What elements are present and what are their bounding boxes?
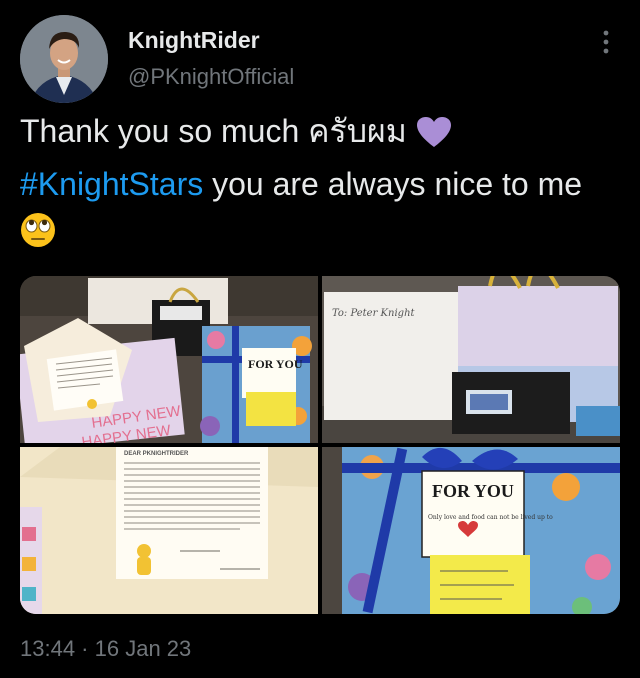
tweet-timestamp: 13:44 · 16 Jan 23 <box>20 636 191 662</box>
rolling-eyes-face-icon <box>20 212 56 261</box>
avatar-portrait <box>20 15 108 103</box>
letter-heading: DEAR PKNIGHTRIDER <box>124 451 189 457</box>
photo-letter-and-gifts[interactable]: HAPPY NEW HAPPY NEW FOR YOU <box>20 276 318 443</box>
author-name[interactable]: KnightRider <box>128 27 260 54</box>
photo-letter-closeup[interactable]: DEAR PKNIGHTRIDER <box>20 447 318 614</box>
media-grid: HAPPY NEW HAPPY NEW FOR YOU To: Peter Kn… <box>20 276 620 614</box>
author-handle[interactable]: @PKnightOfficial <box>128 64 294 90</box>
for-you-label-large: FOR YOU <box>432 481 514 501</box>
tweet-text: Thank you so much ครับผม #KnightStars yo… <box>20 108 620 261</box>
hashtag-link[interactable]: #KnightStars <box>20 166 203 202</box>
purple-heart-icon <box>416 114 452 161</box>
tweet-text-part1: Thank you so much ครับผม <box>20 113 416 149</box>
photo-envelope-and-bag[interactable]: To: Peter Knight <box>322 276 620 443</box>
card-subtext: Only love and food can not be lived up t… <box>428 514 553 521</box>
tweet-time[interactable]: 13:44 <box>20 636 75 661</box>
tweet-text-part2: you are always nice to me <box>203 166 583 202</box>
more-options-icon[interactable] <box>596 28 616 56</box>
avatar[interactable] <box>20 15 108 103</box>
timestamp-separator: · <box>75 636 95 661</box>
photo-for-you-gift[interactable]: FOR YOU Only love and food can not be li… <box>322 447 620 614</box>
envelope-to-label: To: Peter Knight <box>332 308 416 319</box>
tweet-date[interactable]: 16 Jan 23 <box>95 636 192 661</box>
for-you-label-small: FOR YOU <box>248 357 303 371</box>
